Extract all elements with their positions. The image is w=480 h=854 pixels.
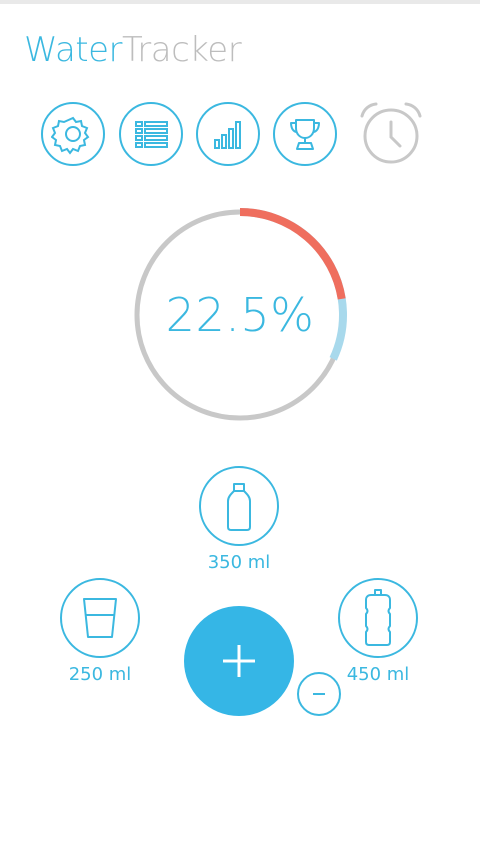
add-450ml-button[interactable] [338, 578, 418, 658]
remove-water-button[interactable] [297, 672, 341, 716]
app-title-part2: Tracker [122, 30, 242, 70]
add-water-button[interactable] [184, 606, 294, 716]
plus-icon [223, 645, 255, 677]
add-350ml-button[interactable] [199, 466, 279, 546]
volume-350-label: 350 ml [207, 552, 271, 573]
volume-250-label: 250 ml [68, 664, 132, 685]
sport-bottle-icon [365, 589, 391, 646]
small-bottle-icon [227, 483, 251, 531]
list-icon [135, 121, 168, 148]
gear-icon [51, 116, 90, 155]
add-250ml-button[interactable] [60, 578, 140, 658]
settings-button[interactable] [41, 102, 105, 166]
app-title-part1: Water [24, 30, 123, 70]
app-title: WaterTracker [24, 28, 242, 72]
trophy-icon [290, 119, 320, 150]
reminder-button[interactable] [356, 98, 426, 168]
status-bar-edge [0, 0, 480, 4]
statistics-button[interactable] [196, 102, 260, 166]
achievements-button[interactable] [273, 102, 337, 166]
bar-chart-icon [214, 121, 241, 149]
progress-percent: 22.5% [165, 288, 315, 342]
glass-icon [83, 598, 117, 638]
history-list-button[interactable] [119, 102, 183, 166]
volume-450-label: 450 ml [346, 664, 410, 685]
alarm-clock-icon [360, 102, 422, 164]
progress-ring-fill-arc [239, 208, 346, 300]
minus-icon [313, 693, 325, 695]
